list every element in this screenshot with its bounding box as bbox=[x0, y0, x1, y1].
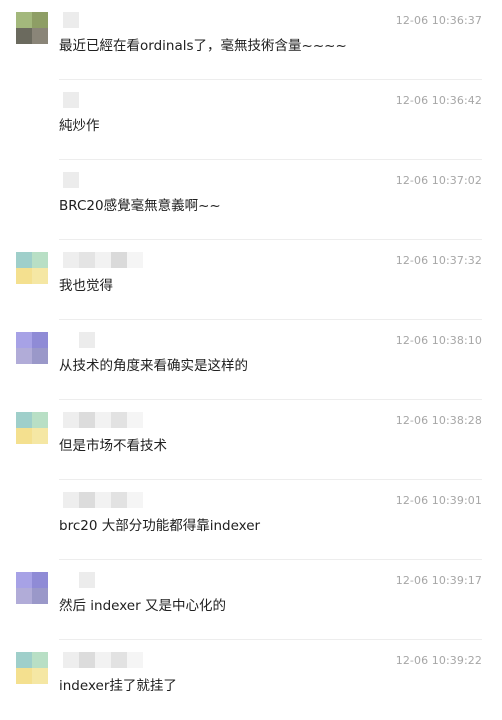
name-redaction-block bbox=[111, 492, 127, 508]
name-redaction-block bbox=[79, 412, 95, 428]
avatar-pixel bbox=[16, 268, 32, 284]
sender-name-redacted bbox=[63, 492, 143, 508]
name-redaction-block bbox=[63, 12, 79, 28]
avatar-pixel bbox=[32, 588, 48, 604]
message-item: 12-06 10:38:28 但是市场不看技术 bbox=[0, 400, 502, 480]
avatar-pixel bbox=[32, 252, 48, 268]
avatar-pixel bbox=[16, 668, 32, 684]
message-text: 我也觉得 bbox=[59, 278, 113, 294]
avatar-pixel bbox=[16, 652, 32, 668]
avatar[interactable] bbox=[16, 572, 48, 604]
avatar-pixel bbox=[16, 572, 32, 588]
sender-name-redacted bbox=[63, 92, 79, 108]
avatar[interactable] bbox=[16, 332, 48, 364]
message-text: 最近已經在看ordinals了，毫無技術含量~~~~ bbox=[59, 38, 347, 54]
name-redaction-block bbox=[111, 652, 127, 668]
name-redaction-block bbox=[127, 252, 143, 268]
sender-name-redacted bbox=[63, 172, 79, 188]
message-text: 然后 indexer 又是中心化的 bbox=[59, 598, 226, 614]
message-item: 12-06 10:38:10 从技术的角度来看确实是这样的 bbox=[0, 320, 502, 400]
avatar[interactable] bbox=[16, 652, 48, 684]
message-timestamp: 12-06 10:37:02 bbox=[395, 174, 482, 187]
message-text: indexer挂了就挂了 bbox=[59, 678, 177, 694]
avatar[interactable] bbox=[16, 412, 48, 444]
avatar-pixel bbox=[32, 12, 48, 28]
avatar-pixel bbox=[16, 28, 32, 44]
sender-name-redacted bbox=[63, 332, 95, 348]
name-redaction-block bbox=[63, 652, 79, 668]
message-timestamp: 12-06 10:37:32 bbox=[395, 254, 482, 267]
avatar-pixel bbox=[32, 332, 48, 348]
avatar-pixel bbox=[32, 28, 48, 44]
avatar-pixel bbox=[32, 348, 48, 364]
name-redaction-block bbox=[79, 492, 95, 508]
name-redaction-block bbox=[63, 412, 79, 428]
avatar-pixel bbox=[32, 668, 48, 684]
message-timestamp: 12-06 10:36:42 bbox=[395, 94, 482, 107]
avatar[interactable] bbox=[16, 252, 48, 284]
message-item: 12-06 10:39:17 然后 indexer 又是中心化的 bbox=[0, 560, 502, 640]
avatar-pixel bbox=[16, 348, 32, 364]
name-redaction-block bbox=[79, 332, 95, 348]
message-timestamp: 12-06 10:38:10 bbox=[395, 334, 482, 347]
name-redaction-block bbox=[79, 252, 95, 268]
avatar-pixel bbox=[32, 268, 48, 284]
message-text: 但是市场不看技术 bbox=[59, 438, 167, 454]
message-timestamp: 12-06 10:38:28 bbox=[395, 414, 482, 427]
name-redaction-block bbox=[111, 412, 127, 428]
name-redaction-block bbox=[95, 492, 111, 508]
avatar-pixel bbox=[16, 12, 32, 28]
sender-name-redacted bbox=[63, 412, 143, 428]
sender-name-redacted bbox=[63, 12, 79, 28]
name-redaction-block bbox=[95, 652, 111, 668]
name-redaction-block bbox=[127, 492, 143, 508]
name-redaction-block bbox=[63, 172, 79, 188]
name-redaction-block bbox=[127, 412, 143, 428]
avatar[interactable] bbox=[16, 12, 48, 44]
sender-name-redacted bbox=[63, 572, 95, 588]
message-item: 12-06 10:37:32 我也觉得 bbox=[0, 240, 502, 320]
message-text: 純炒作 bbox=[59, 118, 100, 134]
avatar-pixel bbox=[16, 588, 32, 604]
avatar-pixel bbox=[32, 652, 48, 668]
avatar-pixel bbox=[32, 412, 48, 428]
chat-message-list[interactable]: 12-06 10:36:37 最近已經在看ordinals了，毫無技術含量~~~… bbox=[0, 0, 502, 717]
sender-name-redacted bbox=[63, 652, 143, 668]
name-redaction-block bbox=[63, 252, 79, 268]
message-item: 12-06 10:36:37 最近已經在看ordinals了，毫無技術含量~~~… bbox=[0, 0, 502, 80]
name-redaction-block bbox=[127, 652, 143, 668]
message-timestamp: 12-06 10:39:01 bbox=[395, 494, 482, 507]
avatar-pixel bbox=[16, 428, 32, 444]
name-redaction-block bbox=[111, 252, 127, 268]
avatar-pixel bbox=[32, 428, 48, 444]
sender-name-redacted bbox=[63, 252, 143, 268]
message-timestamp: 12-06 10:39:22 bbox=[395, 654, 482, 667]
name-redaction-block bbox=[63, 332, 79, 348]
message-item: 12-06 10:37:02 BRC20感覺毫無意義啊~~ bbox=[0, 160, 502, 240]
message-text: BRC20感覺毫無意義啊~~ bbox=[59, 198, 221, 214]
message-item: 12-06 10:36:42 純炒作 bbox=[0, 80, 502, 160]
name-redaction-block bbox=[79, 572, 95, 588]
message-timestamp: 12-06 10:36:37 bbox=[395, 14, 482, 27]
name-redaction-block bbox=[95, 412, 111, 428]
name-redaction-block bbox=[63, 572, 79, 588]
name-redaction-block bbox=[79, 652, 95, 668]
message-timestamp: 12-06 10:39:17 bbox=[395, 574, 482, 587]
avatar-pixel bbox=[32, 572, 48, 588]
name-redaction-block bbox=[95, 252, 111, 268]
name-redaction-block bbox=[63, 92, 79, 108]
avatar-pixel bbox=[16, 412, 32, 428]
avatar-pixel bbox=[16, 252, 32, 268]
message-text: brc20 大部分功能都得靠indexer bbox=[59, 518, 261, 534]
name-redaction-block bbox=[63, 492, 79, 508]
avatar-pixel bbox=[16, 332, 32, 348]
message-item: 12-06 10:39:22 indexer挂了就挂了 bbox=[0, 640, 502, 720]
message-item: 12-06 10:39:01 brc20 大部分功能都得靠indexer bbox=[0, 480, 502, 560]
message-text: 从技术的角度来看确实是这样的 bbox=[59, 358, 248, 374]
